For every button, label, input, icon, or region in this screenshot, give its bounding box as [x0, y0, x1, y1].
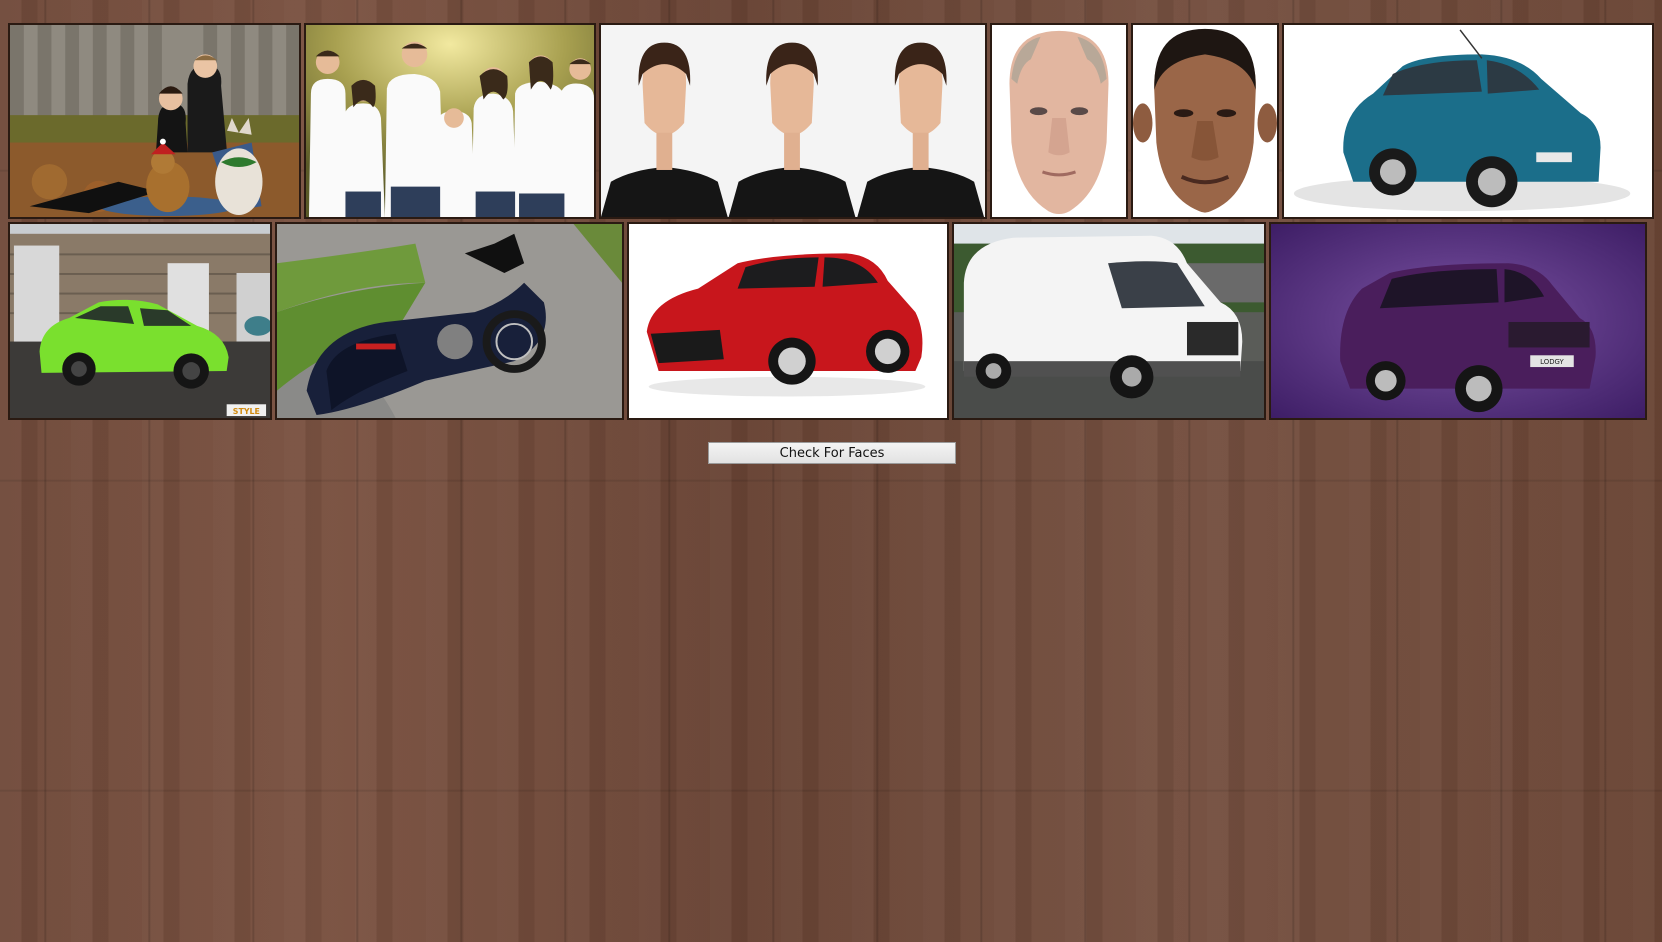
gallery-image-family[interactable]: [304, 23, 596, 219]
gallery-image-motorcycle[interactable]: [275, 222, 624, 420]
green-hatchback-photo: STYLE: [10, 224, 270, 418]
couple-dogs-photo: [10, 25, 299, 217]
green-hatchback-watermark: STYLE: [233, 407, 260, 416]
gallery-image-putin-mask[interactable]: [990, 23, 1128, 219]
motorcycle-photo: [277, 224, 622, 418]
gallery-image-couple-dogs[interactable]: [8, 23, 301, 219]
family-portrait-photo: [306, 25, 594, 217]
obama-mask-photo: [1133, 25, 1277, 217]
gallery-image-three-faces[interactable]: [599, 23, 987, 219]
check-for-faces-button[interactable]: Check For Faces: [708, 442, 956, 464]
gallery-image-red-hatchback[interactable]: [627, 222, 949, 420]
putin-mask-photo: [992, 25, 1126, 217]
gallery-image-green-hatchback[interactable]: STYLE: [8, 222, 272, 420]
gallery-image-obama-mask[interactable]: [1131, 23, 1279, 219]
red-hatchback-photo: [629, 224, 947, 418]
blue-hatchback-photo: [1284, 25, 1652, 217]
gallery-image-white-van[interactable]: [952, 222, 1266, 420]
three-faces-photo: [601, 25, 985, 217]
gallery-image-blue-hatchback[interactable]: [1282, 23, 1654, 219]
white-van-photo: [954, 224, 1264, 418]
gallery-image-purple-minivan[interactable]: LODGY: [1269, 222, 1647, 420]
purple-minivan-plate: LODGY: [1540, 358, 1564, 366]
purple-minivan-photo: LODGY: [1271, 224, 1645, 418]
